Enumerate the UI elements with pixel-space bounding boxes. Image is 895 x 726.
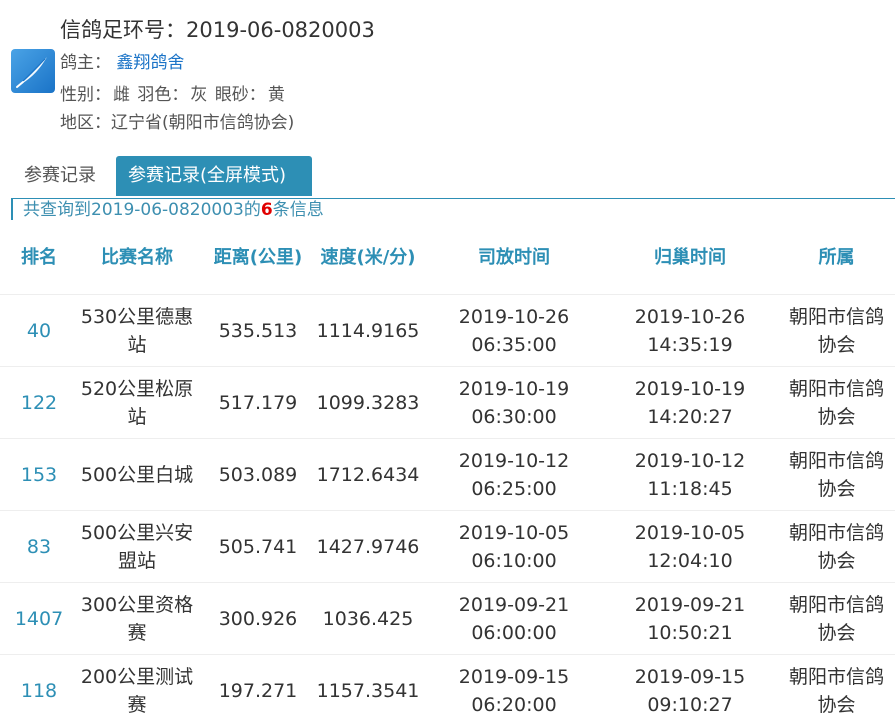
distance-cell: 503.089 (218, 463, 298, 486)
table-header: 排名 比赛名称 距离(公里) 速度(米/分) 司放时间 归巢时间 所属 (0, 226, 895, 290)
org-cell: 朝阳市信鸽协会 (788, 593, 884, 644)
rank-cell: 153 (20, 463, 58, 486)
arrival-cell: 2019-09-15 09:10:27 (634, 665, 746, 716)
race-cell: 200公里测试赛 (68, 655, 206, 726)
race-cell: 300公里资格赛 (68, 583, 206, 654)
page-title: 信鸽足环号：2019-06-0820003 (60, 18, 375, 42)
feather-label: 羽色： (137, 85, 189, 105)
org-cell: 朝阳市信鸽协会 (788, 449, 884, 500)
arrival-cell: 2019-10-12 11:18:45 (634, 449, 746, 500)
distance-cell: 535.513 (218, 319, 298, 342)
org-cell: 朝阳市信鸽协会 (788, 665, 884, 716)
release-cell: 2019-10-05 06:10:00 (458, 521, 570, 572)
owner-row: 鸽主： 鑫翔鸽舍 (60, 48, 184, 73)
arrival-cell: 2019-10-19 14:20:27 (634, 377, 746, 428)
table-row[interactable]: 153 500公里白城 503.089 1712.6434 2019-10-12… (0, 438, 895, 510)
column-header-distance: 距离(公里) (213, 247, 303, 268)
feather-value: 灰 (190, 85, 208, 105)
table-row[interactable]: 83 500公里兴安盟站 505.741 1427.9746 2019-10-0… (0, 510, 895, 582)
rank-cell: 122 (20, 391, 58, 414)
eye-label: 眼砂： (214, 85, 266, 105)
table-row[interactable]: 40 530公里德惠站 535.513 1114.9165 2019-10-26… (0, 294, 895, 366)
summary-suffix: 条信息 (272, 200, 324, 220)
owner-link[interactable]: 鑫翔鸽舍 (116, 53, 184, 73)
speed-cell: 1114.9165 (316, 319, 420, 342)
tab-race-records[interactable]: 参赛记录 (12, 156, 116, 196)
release-cell: 2019-09-21 06:00:00 (458, 593, 570, 644)
column-header-arrival: 归巢时间 (654, 247, 726, 268)
release-cell: 2019-10-19 06:30:00 (458, 377, 570, 428)
owner-label: 鸽主： (60, 53, 111, 73)
tab-race-records-fullscreen[interactable]: 参赛记录(全屏模式) (116, 156, 312, 196)
release-cell: 2019-10-12 06:25:00 (458, 449, 570, 500)
summary-count: 6 (260, 200, 273, 220)
release-cell: 2019-10-26 06:35:00 (458, 305, 570, 356)
column-header-org: 所属 (818, 247, 855, 268)
rank-cell: 40 (26, 319, 52, 342)
arrival-cell: 2019-10-26 14:35:19 (634, 305, 746, 356)
region-label: 地区： (60, 113, 111, 133)
speed-cell: 1712.6434 (316, 463, 420, 486)
speed-cell: 1099.3283 (316, 391, 420, 414)
rank-cell: 118 (20, 679, 58, 702)
eye-value: 黄 (267, 85, 285, 105)
gender-value: 雌 (113, 85, 130, 105)
speed-cell: 1427.9746 (316, 535, 420, 558)
distance-cell: 505.741 (218, 535, 298, 558)
table-row[interactable]: 118 200公里测试赛 197.271 1157.3541 2019-09-1… (0, 654, 895, 726)
arrival-cell: 2019-09-21 10:50:21 (634, 593, 746, 644)
rank-cell: 1407 (14, 607, 64, 630)
rank-cell: 83 (26, 535, 52, 558)
attributes-row: 性别：雌 羽色：灰 眼砂：黄 (60, 80, 287, 105)
race-cell: 520公里松原站 (68, 367, 206, 438)
org-cell: 朝阳市信鸽协会 (788, 305, 884, 356)
summary-prefix: 共查询到2019-06-0820003的 (23, 200, 261, 220)
distance-cell: 517.179 (218, 391, 298, 414)
column-header-speed: 速度(米/分) (320, 247, 416, 268)
region-value: 辽宁省(朝阳市信鸽协会) (111, 113, 295, 133)
region-row: 地区：辽宁省(朝阳市信鸽协会) (60, 108, 294, 133)
speed-cell: 1157.3541 (316, 679, 420, 702)
column-header-race: 比赛名称 (101, 247, 173, 268)
race-cell: 500公里兴安盟站 (68, 511, 206, 582)
race-cell: 530公里德惠站 (68, 295, 206, 366)
org-cell: 朝阳市信鸽协会 (788, 377, 884, 428)
column-header-release: 司放时间 (478, 247, 550, 268)
race-cell: 500公里白城 (68, 439, 206, 510)
result-summary: 共查询到2019-06-0820003的6条信息 (11, 198, 895, 220)
release-cell: 2019-09-15 06:20:00 (458, 665, 570, 716)
table-row[interactable]: 1407 300公里资格赛 300.926 1036.425 2019-09-2… (0, 582, 895, 654)
column-header-rank: 排名 (21, 247, 57, 268)
table-row[interactable]: 122 520公里松原站 517.179 1099.3283 2019-10-1… (0, 366, 895, 438)
distance-cell: 300.926 (218, 607, 298, 630)
arrival-cell: 2019-10-05 12:04:10 (634, 521, 746, 572)
speed-cell: 1036.425 (322, 607, 414, 630)
distance-cell: 197.271 (218, 679, 298, 702)
gender-label: 性别： (60, 85, 111, 105)
feather-logo-icon (11, 49, 55, 93)
org-cell: 朝阳市信鸽协会 (788, 521, 884, 572)
